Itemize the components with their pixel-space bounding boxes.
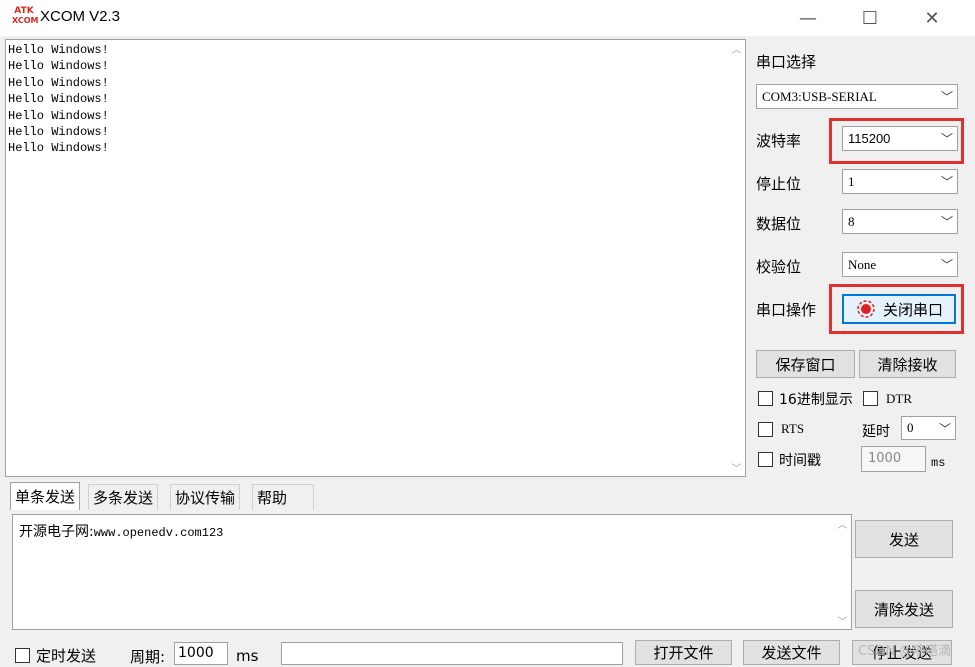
timestamp-unit: ms: [931, 456, 946, 470]
send-text: 开源电子网:www.openedv.com123: [19, 521, 223, 541]
stop-label: 停止位: [756, 175, 802, 193]
save-window-button[interactable]: 保存窗口: [756, 350, 855, 378]
dtr-checkbox[interactable]: [863, 391, 878, 406]
receive-area[interactable]: Hello Windows! Hello Windows! Hello Wind…: [5, 39, 746, 477]
scroll-down-icon[interactable]: ﹀: [728, 459, 745, 476]
chevron-down-icon: ﹀: [940, 90, 953, 104]
close-port-label: 关闭串口: [882, 300, 943, 319]
baud-value: 115200: [848, 131, 891, 146]
data-bits-select[interactable]: 8 ﹀: [842, 209, 958, 234]
close-button[interactable]: ✕: [909, 0, 955, 36]
app-logo: ATK XCOM: [12, 6, 39, 30]
send-button[interactable]: 发送: [855, 520, 953, 558]
tab-multi-send[interactable]: 多条发送: [88, 484, 159, 510]
scroll-up-icon[interactable]: ︿: [728, 40, 745, 57]
baud-label: 波特率: [756, 132, 802, 150]
record-icon: [857, 300, 875, 318]
send-text-url: www.openedv.com123: [93, 526, 224, 540]
timestamp-checkbox[interactable]: [758, 452, 773, 467]
logo-text-top: ATK: [14, 6, 34, 16]
send-text-cn: 开源电子网:: [19, 524, 94, 540]
port-select[interactable]: COM3:USB-SERIAL ﹀: [756, 84, 958, 109]
chevron-down-icon: ﹀: [938, 422, 951, 436]
parity-label: 校验位: [756, 258, 802, 276]
send-file-button[interactable]: 发送文件: [743, 640, 840, 665]
tab-protocol[interactable]: 协议传输: [170, 484, 241, 510]
hex-display-checkbox[interactable]: [758, 391, 773, 406]
file-path-input[interactable]: [281, 642, 623, 665]
port-op-label: 串口操作: [756, 301, 817, 319]
window-title: XCOM V2.3: [40, 8, 121, 25]
chevron-down-icon: ﹀: [940, 258, 953, 272]
period-label: 周期:: [130, 648, 166, 666]
tab-single-send[interactable]: 单条发送: [10, 482, 81, 510]
rts-checkbox[interactable]: [758, 422, 773, 437]
chevron-down-icon: ﹀: [940, 132, 953, 146]
scroll-down-icon[interactable]: ﹀: [834, 612, 851, 629]
delay-label: 延时: [862, 424, 890, 440]
clear-send-button[interactable]: 清除发送: [855, 590, 953, 628]
rts-label: RTS: [781, 421, 805, 436]
timestamp-label: 时间戳: [779, 453, 821, 469]
send-input[interactable]: 开源电子网:www.openedv.com123 ︿ ﹀: [12, 514, 852, 630]
close-port-button[interactable]: 关闭串口: [842, 294, 956, 324]
period-input[interactable]: 1000: [174, 642, 228, 665]
chevron-down-icon: ﹀: [940, 175, 953, 189]
data-bits-label: 数据位: [756, 215, 802, 233]
timed-send-checkbox[interactable]: [15, 648, 30, 663]
port-label: 串口选择: [756, 53, 817, 71]
minimize-button[interactable]: —: [785, 0, 831, 36]
dtr-label: DTR: [886, 391, 912, 406]
stop-value: 1: [848, 173, 855, 189]
stop-select[interactable]: 1 ﹀: [842, 169, 958, 194]
tab-help[interactable]: 帮助: [252, 484, 314, 510]
watermark: CSDN @嘀嗒滴: [858, 644, 952, 659]
delay-select[interactable]: 0 ﹀: [901, 416, 956, 440]
timestamp-input[interactable]: 1000: [861, 446, 926, 472]
data-bits-value: 8: [848, 213, 855, 229]
scroll-up-icon[interactable]: ︿: [834, 515, 851, 532]
timed-send-label: 定时发送: [36, 647, 97, 665]
baud-select[interactable]: 115200 ﹀: [842, 126, 958, 151]
delay-value: 0: [907, 420, 914, 435]
title-bar: ATK XCOM XCOM V2.3 — ☐ ✕: [0, 0, 975, 36]
logo-text-bottom: XCOM: [12, 16, 39, 25]
send-scrollbar[interactable]: ︿ ﹀: [834, 515, 851, 629]
hex-display-label: 16进制显示: [779, 392, 853, 408]
chevron-down-icon: ﹀: [940, 215, 953, 229]
clear-receive-button[interactable]: 清除接收: [859, 350, 956, 378]
port-value: COM3:USB-SERIAL: [762, 88, 877, 104]
parity-value: None: [848, 256, 877, 272]
open-file-button[interactable]: 打开文件: [635, 640, 732, 665]
receive-text: Hello Windows! Hello Windows! Hello Wind…: [8, 43, 109, 156]
receive-scrollbar[interactable]: ︿ ﹀: [728, 40, 745, 476]
parity-select[interactable]: None ﹀: [842, 252, 958, 277]
period-unit: ms: [236, 647, 259, 665]
maximize-button[interactable]: ☐: [847, 0, 893, 36]
